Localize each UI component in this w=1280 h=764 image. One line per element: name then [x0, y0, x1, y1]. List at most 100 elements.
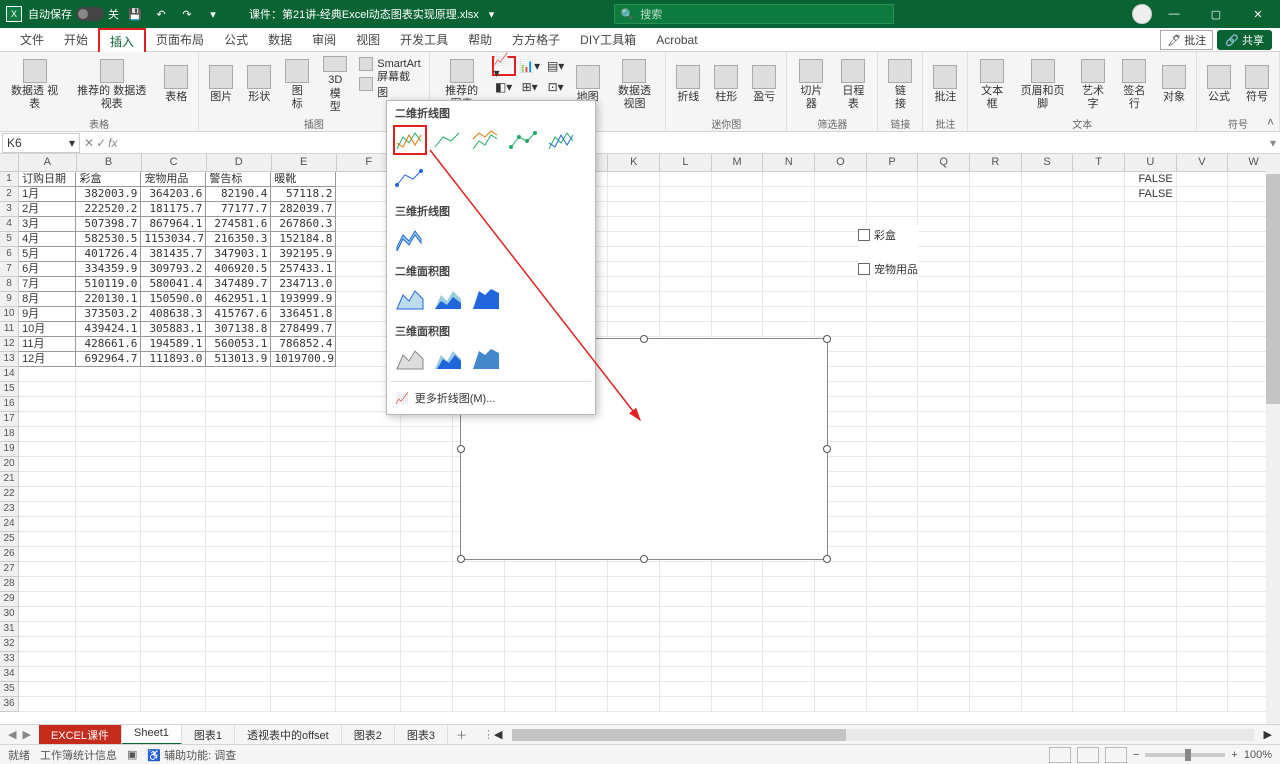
cell[interactable]: 267860.3: [271, 217, 336, 232]
cell[interactable]: [970, 607, 1022, 622]
cell[interactable]: [206, 412, 271, 427]
formula-input[interactable]: [121, 133, 1266, 153]
cell[interactable]: [867, 382, 919, 397]
cell[interactable]: [206, 697, 271, 712]
cell[interactable]: [1073, 367, 1125, 382]
cell[interactable]: [1177, 592, 1229, 607]
cell[interactable]: 11月: [19, 337, 76, 352]
ribbon-tab-3[interactable]: 页面布局: [146, 28, 214, 51]
cell[interactable]: [1022, 637, 1074, 652]
cell[interactable]: [1073, 667, 1125, 682]
cell[interactable]: [271, 382, 336, 397]
cell[interactable]: [19, 517, 76, 532]
cell[interactable]: [76, 367, 141, 382]
cell[interactable]: [401, 682, 453, 697]
cell[interactable]: [401, 697, 453, 712]
cell[interactable]: [141, 577, 206, 592]
cell[interactable]: [1022, 697, 1074, 712]
cell[interactable]: [1177, 517, 1229, 532]
cell[interactable]: [505, 607, 557, 622]
cell[interactable]: [608, 607, 660, 622]
cell[interactable]: [1022, 427, 1074, 442]
ribbon-tab-9[interactable]: 帮助: [458, 28, 502, 51]
cell[interactable]: [1073, 322, 1125, 337]
cell[interactable]: [867, 352, 919, 367]
cell[interactable]: [660, 652, 712, 667]
cell[interactable]: [1177, 322, 1229, 337]
cell[interactable]: [1125, 682, 1177, 697]
cell[interactable]: [271, 517, 336, 532]
collapse-ribbon-icon[interactable]: ˄: [1267, 115, 1274, 129]
cell[interactable]: [1022, 352, 1074, 367]
cell[interactable]: [1073, 232, 1125, 247]
recommended-pivot-button[interactable]: 推荐的 数据透视表: [67, 54, 156, 116]
cell[interactable]: [271, 367, 336, 382]
cell[interactable]: [918, 652, 970, 667]
row-header[interactable]: 3: [0, 202, 19, 217]
cell[interactable]: [19, 682, 76, 697]
cell[interactable]: [918, 457, 970, 472]
comments-button[interactable]: 🖊 批注: [1160, 30, 1213, 50]
cell[interactable]: 692964.7: [76, 352, 141, 367]
ribbon-tab-12[interactable]: Acrobat: [646, 28, 707, 51]
cell[interactable]: [970, 667, 1022, 682]
redo-icon[interactable]: ↷: [177, 4, 197, 24]
cell[interactable]: [336, 577, 401, 592]
cell[interactable]: [206, 667, 271, 682]
cell[interactable]: [970, 577, 1022, 592]
cell[interactable]: [1022, 577, 1074, 592]
row-header[interactable]: 32: [0, 637, 19, 652]
timeline-button[interactable]: 日程表: [833, 54, 873, 116]
cell[interactable]: [19, 637, 76, 652]
cell[interactable]: [815, 187, 867, 202]
cell[interactable]: [271, 652, 336, 667]
cell[interactable]: [660, 277, 712, 292]
cell[interactable]: [1022, 322, 1074, 337]
cell[interactable]: [1125, 277, 1177, 292]
cell[interactable]: [1125, 607, 1177, 622]
row-header[interactable]: 34: [0, 667, 19, 682]
cell[interactable]: [608, 577, 660, 592]
cell[interactable]: [556, 592, 608, 607]
cell[interactable]: [918, 277, 970, 292]
cell[interactable]: [660, 697, 712, 712]
cell[interactable]: [505, 592, 557, 607]
add-sheet-button[interactable]: ＋: [448, 727, 475, 743]
cell[interactable]: [206, 547, 271, 562]
cell[interactable]: [1125, 427, 1177, 442]
cell[interactable]: [712, 202, 764, 217]
cell[interactable]: [970, 622, 1022, 637]
win-loss-dropdown[interactable]: ▤▾: [544, 56, 568, 76]
row-header[interactable]: 16: [0, 397, 19, 412]
cell[interactable]: [206, 637, 271, 652]
cell[interactable]: [608, 592, 660, 607]
cell[interactable]: [141, 397, 206, 412]
cell[interactable]: [608, 187, 660, 202]
cell[interactable]: [1177, 292, 1229, 307]
cell[interactable]: [608, 637, 660, 652]
cell[interactable]: [1073, 577, 1125, 592]
cell[interactable]: [867, 487, 919, 502]
cell[interactable]: [19, 622, 76, 637]
cell[interactable]: [867, 172, 919, 187]
column-header[interactable]: M: [712, 154, 764, 172]
formula-expand-icon[interactable]: ▾: [1266, 136, 1280, 150]
page-break-view-button[interactable]: [1105, 747, 1127, 763]
cell[interactable]: [867, 577, 919, 592]
cell[interactable]: [712, 172, 764, 187]
cell[interactable]: [712, 577, 764, 592]
row-header[interactable]: 28: [0, 577, 19, 592]
cell[interactable]: [19, 667, 76, 682]
cell[interactable]: [1177, 397, 1229, 412]
cell[interactable]: [1177, 412, 1229, 427]
cell[interactable]: [336, 517, 401, 532]
cell[interactable]: [1125, 412, 1177, 427]
cell[interactable]: [206, 397, 271, 412]
cell[interactable]: [505, 637, 557, 652]
cell[interactable]: [918, 442, 970, 457]
screenshot-button[interactable]: 屏幕截图: [355, 74, 424, 94]
cell[interactable]: [867, 397, 919, 412]
cell[interactable]: [206, 592, 271, 607]
cell[interactable]: [1125, 532, 1177, 547]
cell[interactable]: [271, 607, 336, 622]
